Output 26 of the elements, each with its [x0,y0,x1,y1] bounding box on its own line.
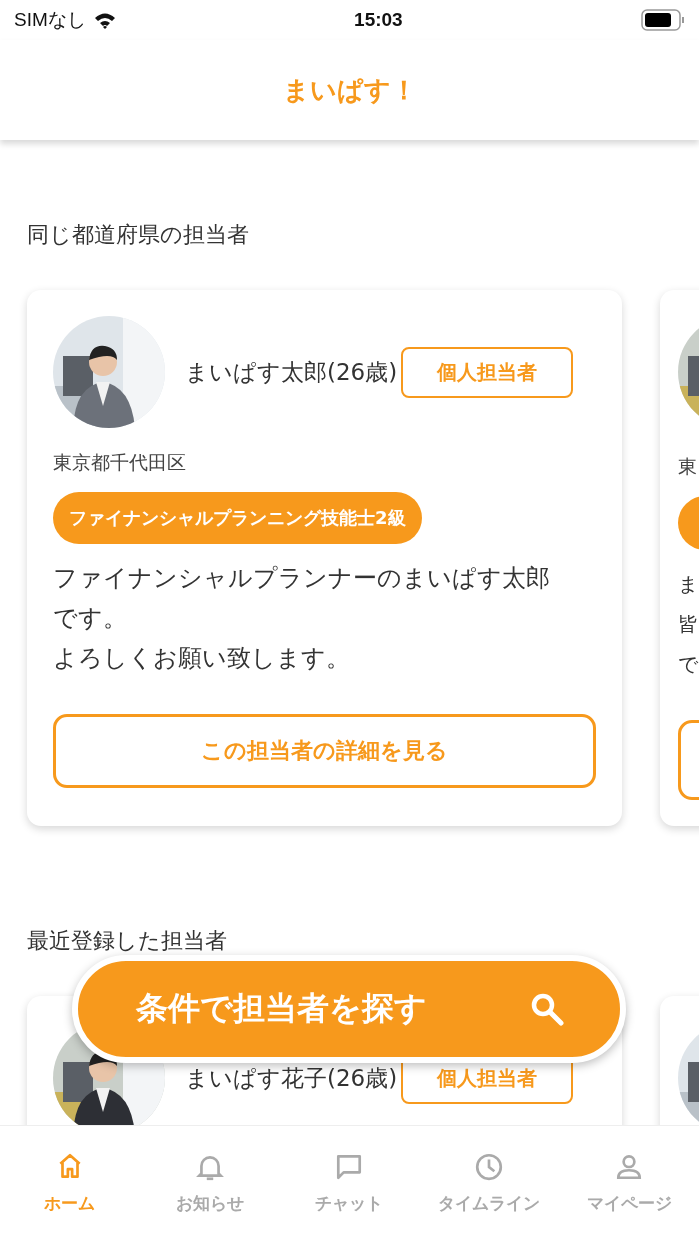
detail-button[interactable]: この担当者の詳細を見る [53,714,596,788]
location: 東京都千代田区 [53,450,187,475]
tab[interactable]: お知らせ [139,1126,280,1242]
section-title: 同じ都道府県の担当者 [26,221,250,249]
description: で [678,651,699,678]
tab[interactable]: タイムライン [419,1126,560,1242]
section-title: 最近登録した担当者 [26,927,228,955]
clock-icon [474,1152,505,1182]
carrier: SIMなし [14,8,86,32]
tab[interactable]: マイページ [559,1126,699,1242]
tab[interactable]: チャット [279,1126,420,1242]
advisor-type-badge: 個人担当者 [401,346,574,398]
app-title: まいぱす！ [282,73,417,107]
advisor-name: まいぱす花子(26歳) [185,1063,398,1093]
description: ま [678,571,699,598]
clock-time: 15:03 [354,9,403,31]
tab[interactable]: ホーム [0,1126,140,1242]
wifi-icon [93,11,116,29]
location: 東 [678,454,698,479]
battery-icon [641,9,685,31]
description: 皆 [678,611,699,638]
description: ファイナンシャルプランナーのまいぱす太郎です。 [53,563,551,634]
description: よろしくお願い致します。 [53,643,351,674]
advisor-name: まいぱす太郎(26歳) [185,357,398,387]
search-icon [530,992,564,1026]
qualification-tag: ファイナンシャルプランニング技能士2級 [53,492,422,544]
